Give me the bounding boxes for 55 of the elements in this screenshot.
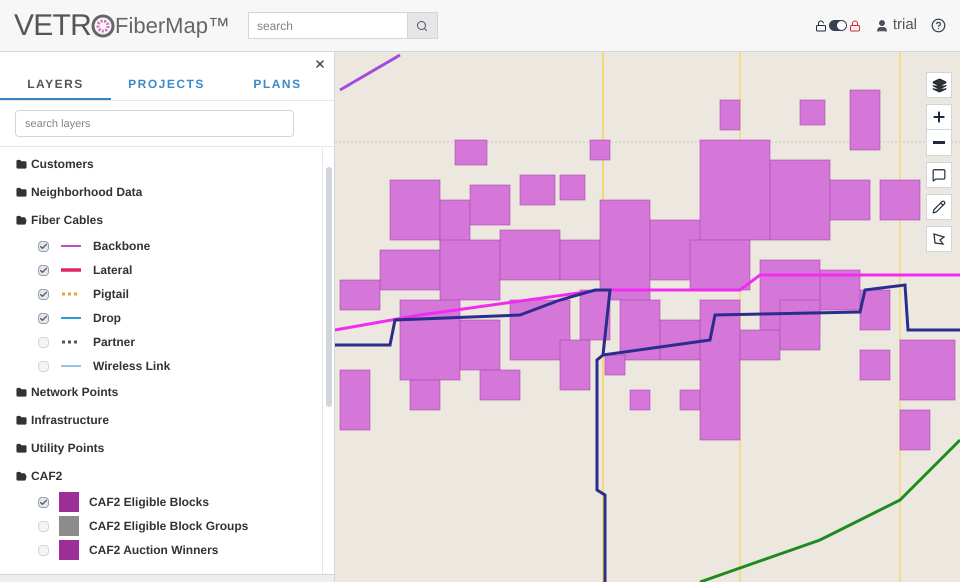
search-icon — [416, 20, 428, 32]
checkbox[interactable] — [38, 336, 49, 348]
scrollbar-thumb[interactable] — [326, 167, 332, 407]
checkbox[interactable] — [38, 264, 49, 276]
layer-label[interactable]: CAF2 Auction Winners — [89, 541, 218, 559]
lock-icon — [848, 20, 861, 32]
logo-icon — [91, 14, 116, 38]
layer-group-label[interactable]: Network Points — [31, 383, 118, 401]
checkbox[interactable] — [38, 520, 49, 532]
search-layers-field[interactable]: search layers — [15, 110, 294, 137]
checkbox[interactable] — [38, 496, 49, 508]
layer-label[interactable]: CAF2 Eligible Blocks — [89, 493, 210, 511]
layer-group-label[interactable]: Fiber Cables — [31, 211, 104, 229]
layers-icon — [932, 78, 946, 92]
tab[interactable]: LAYERS — [0, 70, 111, 100]
layer-label[interactable]: Backbone — [93, 237, 150, 255]
help-icon[interactable] — [931, 18, 946, 33]
close-icon[interactable] — [314, 58, 326, 70]
layer-label[interactable]: Partner — [93, 333, 136, 351]
layer-label[interactable]: Lateral — [93, 261, 132, 279]
logo-text: FiberMap™ — [115, 14, 230, 36]
layer-group-label[interactable]: CAF2 — [31, 467, 62, 485]
search-field[interactable]: search — [248, 12, 408, 39]
zoom-out-button[interactable] — [926, 130, 952, 156]
layer-group-label[interactable]: Neighborhood Data — [31, 183, 142, 201]
layer-group-label[interactable]: Customers — [31, 155, 94, 173]
layer-label[interactable]: Pigtail — [93, 285, 130, 303]
checkbox[interactable] — [38, 240, 49, 252]
tab[interactable]: PROJECTS — [111, 70, 222, 100]
minus-icon — [933, 141, 945, 144]
layer-group-label[interactable]: Utility Points — [31, 439, 104, 457]
layer-label[interactable]: CAF2 Eligible Block Groups — [89, 517, 248, 535]
draw-polygon-button[interactable] — [926, 226, 952, 252]
user-icon — [874, 18, 889, 32]
layer-group-label[interactable]: Infrastructure — [31, 411, 110, 429]
tab[interactable]: PLANS — [222, 70, 333, 100]
lock-toggle[interactable] — [828, 20, 847, 31]
zoom-in-button[interactable] — [926, 104, 952, 130]
unlock-icon — [814, 20, 827, 32]
polygon-icon — [932, 232, 946, 246]
layer-label[interactable]: Drop — [93, 309, 121, 327]
layers-button[interactable] — [926, 72, 952, 98]
checkbox[interactable] — [38, 360, 49, 372]
layer-label[interactable]: Wireless Link — [93, 357, 170, 375]
checkbox[interactable] — [38, 544, 49, 556]
user-name[interactable]: trial — [892, 14, 917, 37]
speech-bubble-icon — [932, 168, 946, 182]
search-button[interactable] — [408, 12, 438, 39]
checkbox[interactable] — [38, 312, 49, 324]
draw-line-button[interactable] — [926, 194, 952, 220]
logo-text: VETR — [14, 10, 92, 40]
comment-button[interactable] — [926, 162, 952, 188]
plus-icon — [931, 109, 947, 125]
pencil-icon — [932, 200, 946, 214]
checkbox[interactable] — [38, 288, 49, 300]
